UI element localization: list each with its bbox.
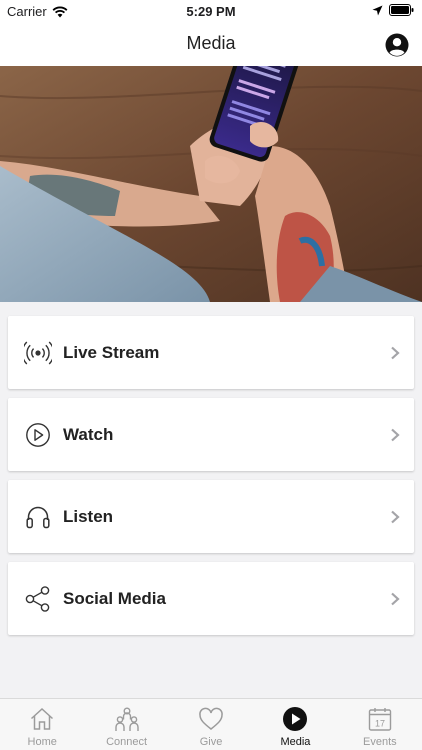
menu-item-label: Live Stream: [63, 343, 160, 362]
tab-label: Events: [363, 736, 397, 748]
status-bar: Carrier 5:29 PM: [0, 0, 422, 22]
menu-item-label: Social Media: [63, 589, 166, 608]
calendar-icon: 17: [368, 708, 392, 731]
page-title: Media: [186, 33, 236, 53]
calendar-day-number: 17: [375, 719, 385, 729]
menu-item-label: Watch: [63, 425, 114, 444]
profile-icon[interactable]: [385, 33, 409, 57]
home-icon: [31, 707, 54, 730]
play-filled-icon: [283, 707, 308, 731]
battery-icon: [389, 4, 414, 16]
navigation-bar: Media: [0, 22, 422, 66]
tab-media[interactable]: Media: [253, 699, 337, 750]
chevron-right-icon: [391, 346, 400, 360]
play-circle-icon: [26, 423, 50, 447]
status-time: 5:29 PM: [186, 4, 236, 19]
chevron-right-icon: [391, 428, 400, 442]
tab-label: Home: [27, 736, 57, 748]
chevron-right-icon: [391, 510, 400, 524]
menu-item-listen[interactable]: Listen: [8, 480, 414, 553]
headphones-icon: [26, 506, 50, 529]
menu-item-social-media[interactable]: Social Media: [8, 562, 414, 635]
hero-image: [0, 66, 422, 302]
tab-label: Media: [280, 736, 311, 748]
tab-give[interactable]: Give: [169, 699, 253, 750]
tab-home[interactable]: Home: [0, 699, 84, 750]
tab-connect[interactable]: Connect: [84, 699, 168, 750]
tab-bar: Home Connect Give Media 17 Events: [0, 698, 422, 750]
location-arrow-icon: [372, 5, 383, 15]
menu-item-live-stream[interactable]: Live Stream: [8, 316, 414, 389]
tab-events[interactable]: 17 Events: [338, 699, 422, 750]
media-menu: Live Stream Watch Listen Social Media: [8, 316, 414, 644]
tab-label: Give: [199, 736, 223, 748]
live-stream-icon: [24, 341, 52, 365]
tab-label: Connect: [106, 736, 148, 748]
chevron-right-icon: [391, 592, 400, 606]
people-icon: [114, 707, 139, 731]
heart-icon: [199, 707, 223, 730]
menu-item-watch[interactable]: Watch: [8, 398, 414, 471]
menu-item-label: Listen: [63, 507, 114, 526]
share-icon: [25, 586, 50, 612]
